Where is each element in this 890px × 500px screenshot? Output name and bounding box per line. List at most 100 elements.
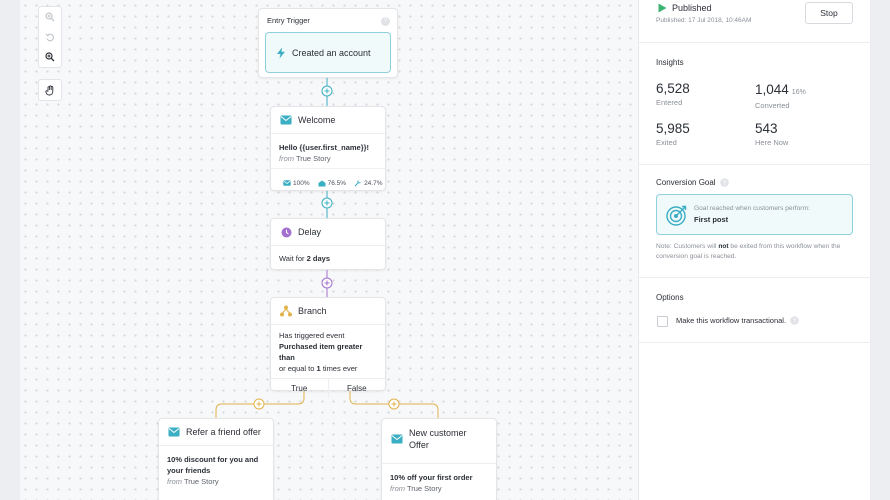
left-gutter bbox=[0, 0, 20, 500]
sender-name: True Story bbox=[183, 477, 219, 486]
node-title-cont: Offer bbox=[409, 440, 429, 450]
note-emphasis: not bbox=[718, 243, 729, 250]
add-step-button[interactable] bbox=[388, 398, 400, 410]
workflow-side-panel: Published Published: 17 Jul 2018, 10:46A… bbox=[638, 0, 871, 500]
add-step-button[interactable] bbox=[253, 398, 265, 410]
email-subject-cont: your friends bbox=[167, 466, 211, 475]
add-step-button[interactable] bbox=[321, 85, 333, 97]
undo-button[interactable] bbox=[39, 27, 61, 47]
goal-note: Note: Customers will not be exited from … bbox=[656, 242, 856, 262]
publish-status: Published bbox=[672, 3, 712, 13]
from-prefix: from bbox=[167, 477, 182, 486]
branch-false-option[interactable]: False bbox=[329, 379, 386, 397]
node-title: Refer a friend offer bbox=[186, 427, 261, 437]
open-icon bbox=[318, 180, 326, 186]
metric-label: Here Now bbox=[755, 138, 789, 147]
branch-operator: or equal to bbox=[279, 364, 315, 373]
metric-value: 5,985 bbox=[656, 121, 690, 136]
conversion-goal-card[interactable]: Goal reached when customers perform: Fir… bbox=[656, 194, 853, 235]
delay-value: 2 days bbox=[306, 254, 331, 263]
add-step-button[interactable] bbox=[321, 197, 333, 209]
zoom-controls bbox=[38, 6, 62, 68]
pan-tool-button[interactable] bbox=[38, 79, 62, 101]
delay-node[interactable]: Delay Wait for 2 days bbox=[270, 218, 386, 270]
stop-button[interactable]: Stop bbox=[805, 2, 853, 24]
note-text: Note: Customers will bbox=[656, 243, 717, 250]
zoom-out-icon bbox=[45, 52, 55, 62]
email-subject: 10% discount for you and bbox=[167, 455, 259, 464]
branch-count: 1 bbox=[316, 364, 321, 373]
open-rate: 76.5% bbox=[327, 179, 347, 187]
from-prefix: from bbox=[279, 154, 294, 163]
refer-friend-email-node[interactable]: Refer a friend offer 10% discount for yo… bbox=[158, 418, 274, 500]
transactional-label: Make this workflow transactional. bbox=[676, 316, 787, 325]
email-icon bbox=[168, 427, 180, 437]
branch-true-option[interactable]: True bbox=[271, 379, 329, 397]
metric-label: Entered bbox=[656, 98, 683, 107]
node-title: Branch bbox=[298, 306, 327, 316]
metric-value: 6,528 bbox=[656, 81, 690, 96]
new-customer-email-node[interactable]: New customer Offer 10% off your first or… bbox=[381, 418, 497, 500]
email-icon bbox=[280, 115, 292, 125]
metric-value: 543 bbox=[755, 121, 778, 136]
help-icon[interactable]: ? bbox=[719, 178, 729, 187]
clock-icon bbox=[281, 227, 291, 237]
branch-period: ever bbox=[342, 364, 358, 373]
email-stats: 100% 76.5% 24.7% bbox=[271, 168, 385, 191]
zoom-out-button[interactable] bbox=[39, 47, 61, 67]
branch-node[interactable]: Branch Has triggered event Purchased ite… bbox=[270, 297, 386, 397]
sender-name: True Story bbox=[406, 484, 442, 493]
trigger-event-text: Created an account bbox=[292, 47, 371, 58]
welcome-email-node[interactable]: Welcome Hello {{user.first_name}}! from … bbox=[270, 106, 386, 191]
click-rate: 24.7% bbox=[364, 179, 383, 187]
hand-icon bbox=[44, 84, 53, 95]
metric-converted: 1,044 16% Converted bbox=[755, 81, 806, 110]
play-icon bbox=[658, 3, 667, 13]
sent-icon bbox=[283, 180, 291, 186]
node-title: Welcome bbox=[298, 115, 336, 125]
branch-icon bbox=[280, 305, 292, 317]
insights-section: Insights 6,528 Entered 1,044 16% Converte… bbox=[639, 43, 871, 165]
metric-here-now: 543 Here Now bbox=[755, 121, 788, 147]
conversion-goal-title: Conversion Goal bbox=[656, 178, 716, 187]
workflow-canvas[interactable]: Entry Trigger ? Created an account Welco… bbox=[20, 0, 638, 500]
zoom-in-button[interactable] bbox=[39, 7, 61, 27]
published-date: Published: 17 Jul 2018, 10:46AM bbox=[656, 17, 752, 24]
goal-event: First post bbox=[694, 215, 729, 224]
insights-title: Insights bbox=[656, 58, 684, 67]
trigger-event-card[interactable]: Created an account bbox=[265, 32, 391, 73]
email-subject: Hello {{user.first_name}}! bbox=[279, 143, 370, 152]
zoom-in-icon bbox=[45, 12, 55, 22]
undo-icon bbox=[45, 33, 54, 42]
branch-condition-type: Has triggered event bbox=[279, 331, 345, 340]
metric-label: Converted bbox=[755, 101, 790, 110]
target-icon bbox=[666, 205, 687, 226]
metric-percent: 16% bbox=[791, 89, 806, 96]
node-title: New customer bbox=[409, 428, 467, 438]
branch-unit: times bbox=[322, 364, 341, 373]
email-icon bbox=[391, 434, 403, 444]
transactional-checkbox[interactable] bbox=[657, 316, 668, 327]
delay-text: Wait for bbox=[279, 254, 305, 263]
sender-name: True Story bbox=[295, 154, 331, 163]
help-icon[interactable]: ? bbox=[381, 17, 390, 26]
lightning-icon bbox=[277, 47, 285, 58]
metric-label: Exited bbox=[656, 138, 677, 147]
right-gutter bbox=[870, 0, 890, 500]
metric-value: 1,044 bbox=[755, 82, 789, 97]
node-title: Delay bbox=[298, 227, 322, 237]
from-prefix: from bbox=[390, 484, 405, 493]
add-step-button[interactable] bbox=[321, 277, 333, 289]
branch-condition-event: Purchased item greater than bbox=[279, 342, 363, 362]
goal-caption: Goal reached when customers perform: bbox=[694, 205, 810, 212]
options-title: Options bbox=[656, 293, 684, 302]
email-subject: 10% off your first order bbox=[390, 473, 473, 482]
options-section: Options bbox=[639, 277, 871, 343]
sent-rate: 100% bbox=[293, 179, 310, 187]
metric-entered: 6,528 Entered bbox=[656, 81, 690, 107]
metric-exited: 5,985 Exited bbox=[656, 121, 690, 147]
help-icon[interactable]: ? bbox=[790, 316, 799, 325]
entry-trigger-node[interactable]: Entry Trigger ? Created an account bbox=[258, 8, 398, 78]
status-section: Published Published: 17 Jul 2018, 10:46A… bbox=[639, 0, 871, 43]
entry-trigger-label: Entry Trigger bbox=[267, 16, 310, 25]
